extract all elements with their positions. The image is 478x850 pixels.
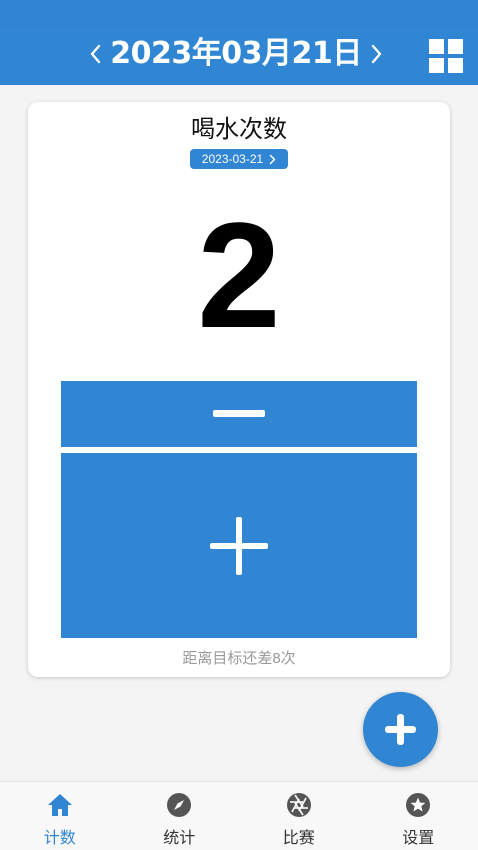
current-date[interactable]: 2023年03月21日 bbox=[110, 35, 362, 73]
add-counter-fab[interactable] bbox=[363, 692, 438, 767]
decrement-button[interactable] bbox=[61, 381, 417, 447]
aperture-icon bbox=[286, 793, 311, 817]
tab-label: 比赛 bbox=[282, 828, 315, 847]
prev-day-button[interactable] bbox=[80, 37, 110, 71]
grid-menu-button[interactable] bbox=[429, 39, 463, 73]
tab-match[interactable]: 比赛 bbox=[239, 782, 359, 850]
counter-title: 喝水次数 bbox=[191, 115, 287, 143]
tab-stats[interactable]: 统计 bbox=[120, 782, 240, 850]
tab-settings[interactable]: 设置 bbox=[359, 782, 478, 850]
status-bar bbox=[0, 0, 478, 27]
header: 2023年03月21日 bbox=[0, 27, 478, 85]
remaining-text: 距离目标还差8次 bbox=[182, 650, 296, 667]
increment-button[interactable] bbox=[61, 453, 417, 638]
minus-icon bbox=[213, 410, 265, 417]
chevron-right-icon bbox=[269, 154, 276, 164]
tab-count[interactable]: 计数 bbox=[0, 782, 120, 850]
star-icon bbox=[406, 793, 431, 817]
date-chip[interactable]: 2023-03-21 bbox=[190, 149, 288, 169]
compass-icon bbox=[167, 793, 192, 817]
count-value: 2 bbox=[197, 191, 281, 359]
tab-label: 计数 bbox=[43, 828, 76, 847]
chevron-left-icon bbox=[90, 44, 101, 64]
tab-label: 统计 bbox=[163, 828, 196, 847]
date-chip-label: 2023-03-21 bbox=[201, 152, 264, 166]
chevron-right-icon bbox=[371, 44, 382, 64]
home-icon bbox=[47, 794, 72, 816]
tab-label: 设置 bbox=[402, 828, 435, 847]
grid-icon bbox=[429, 39, 463, 73]
next-day-button[interactable] bbox=[362, 37, 392, 71]
counter-card: 喝水次数 2023-03-21 2 距离目标还差8次 bbox=[28, 102, 450, 677]
bottom-tab-bar: 计数 统计 比赛 设置 bbox=[0, 781, 478, 850]
